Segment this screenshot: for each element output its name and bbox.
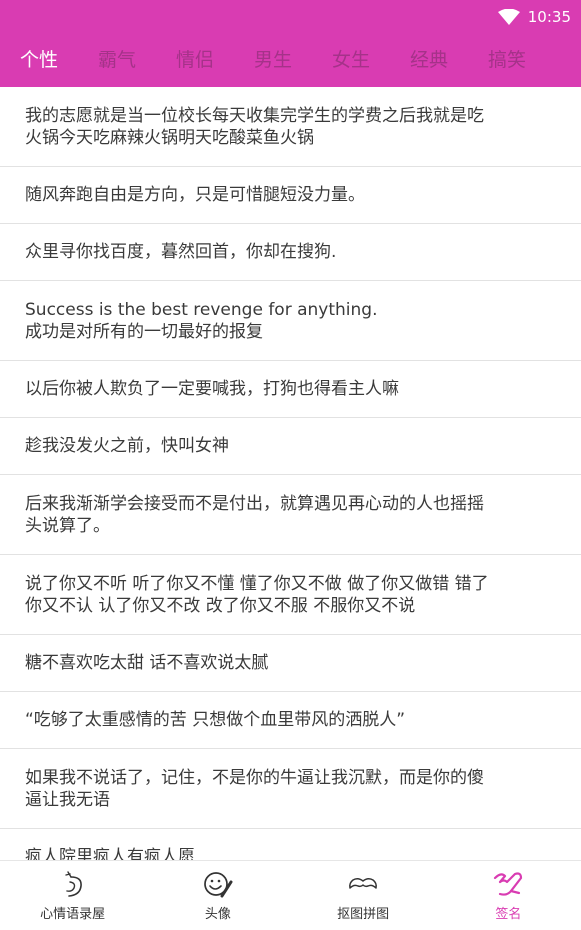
bottom-nav: 心情语录屋 头像 抠图拼图 签名 xyxy=(0,860,581,930)
tab-classic[interactable]: 经典 xyxy=(390,35,468,85)
quote-text: 随风奔跑自由是方向，只是可惜腿短没力量。 xyxy=(25,185,365,205)
list-item[interactable]: 以后你被人欺负了一定要喊我，打狗也得看主人嘛 xyxy=(0,361,581,418)
nav-avatar[interactable]: 头像 xyxy=(145,861,290,930)
list-item[interactable]: 糖不喜欢吃太甜 话不喜欢说太腻 xyxy=(0,635,581,692)
quote-text: 后来我渐渐学会接受而不是付出，就算遇见再心动的人也摇摇 头说算了。 xyxy=(25,493,484,536)
quote-text: 如果我不说话了，记住，不是你的牛逼让我沉默，而是你的傻 逼让我无语 xyxy=(25,767,484,810)
quote-text: 糖不喜欢吃太甜 话不喜欢说太腻 xyxy=(25,653,269,673)
quote-text: “吃够了太重感情的苦 只想做个血里带风的洒脱人” xyxy=(25,710,406,730)
list-item[interactable]: 后来我渐渐学会接受而不是付出，就算遇见再心动的人也摇摇 头说算了。 xyxy=(0,475,581,555)
tab-domineering[interactable]: 霸气 xyxy=(78,35,156,85)
status-bar: 10:35 xyxy=(0,0,581,33)
tab-personality[interactable]: 个性 xyxy=(0,35,78,85)
list-item[interactable]: “吃够了太重感情的苦 只想做个血里带风的洒脱人” xyxy=(0,692,581,749)
quote-text: 说了你又不听 听了你又不懂 懂了你又不做 做了你又做错 错了 你又不认 认了你又… xyxy=(25,573,489,616)
quote-text: 我的志愿就是当一位校长每天收集完学生的学费之后我就是吃 火锅今天吃麻辣火锅明天吃… xyxy=(25,105,484,148)
list-item[interactable]: 趁我没发火之前，快叫女神 xyxy=(0,418,581,475)
quote-list[interactable]: 我的志愿就是当一位校长每天收集完学生的学费之后我就是吃 火锅今天吃麻辣火锅明天吃… xyxy=(0,87,581,860)
tab-couple[interactable]: 情侣 xyxy=(156,35,234,85)
quote-text: 以后你被人欺负了一定要喊我，打狗也得看主人嘛 xyxy=(25,379,399,399)
mood-quote-icon xyxy=(64,871,82,897)
nav-signature[interactable]: 签名 xyxy=(436,861,581,930)
quote-text: 趁我没发火之前，快叫女神 xyxy=(25,436,229,456)
list-item[interactable]: 随风奔跑自由是方向，只是可惜腿短没力量。 xyxy=(0,167,581,224)
status-time: 10:35 xyxy=(527,7,571,26)
list-item[interactable]: Success is the best revenge for anything… xyxy=(0,281,581,361)
quote-text: Success is the best revenge for anything… xyxy=(25,299,378,342)
tab-funny[interactable]: 搞笑 xyxy=(468,35,546,85)
list-item[interactable]: 我的志愿就是当一位校长每天收集完学生的学费之后我就是吃 火锅今天吃麻辣火锅明天吃… xyxy=(0,87,581,167)
category-tabs: 个性 霸气 情侣 男生 女生 经典 搞笑 xyxy=(0,33,581,87)
tab-girls[interactable]: 女生 xyxy=(312,35,390,85)
list-item[interactable]: 疯人院里疯人有疯人愿 xyxy=(0,829,581,860)
list-item[interactable]: 说了你又不听 听了你又不懂 懂了你又不做 做了你又做错 错了 你又不认 认了你又… xyxy=(0,555,581,635)
wifi-icon xyxy=(497,8,520,25)
list-item[interactable]: 如果我不说话了，记住，不是你的牛逼让我沉默，而是你的傻 逼让我无语 xyxy=(0,749,581,829)
nav-label: 心情语录屋 xyxy=(40,907,106,922)
nav-label: 头像 xyxy=(204,907,231,922)
signature-icon xyxy=(494,872,523,896)
nav-cutout-collage[interactable]: 抠图拼图 xyxy=(291,861,436,930)
nav-label: 签名 xyxy=(495,907,522,922)
nav-mood-quotes[interactable]: 心情语录屋 xyxy=(0,861,145,930)
quote-text: 疯人院里疯人有疯人愿 xyxy=(25,847,195,860)
mustache-icon xyxy=(349,877,378,889)
nav-label: 抠图拼图 xyxy=(337,907,390,922)
avatar-face-icon xyxy=(204,872,233,898)
quote-text: 众里寻你找百度，暮然回首，你却在搜狗. xyxy=(25,242,337,262)
tab-boys[interactable]: 男生 xyxy=(234,35,312,85)
list-item[interactable]: 众里寻你找百度，暮然回首，你却在搜狗. xyxy=(0,224,581,281)
